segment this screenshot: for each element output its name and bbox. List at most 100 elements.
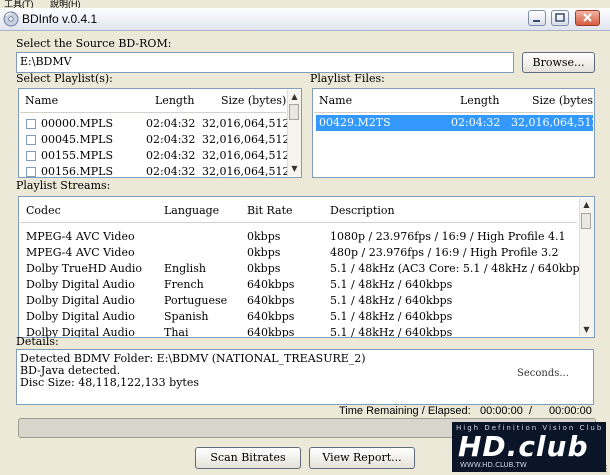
scroll-thumb[interactable] <box>581 213 591 229</box>
stream-codec: MPEG-4 AVC Video <box>26 230 135 243</box>
streams-col-codec[interactable]: Codec <box>26 204 61 217</box>
stream-row[interactable]: MPEG-4 AVC Video 0kbps 480p / 23.976fps … <box>20 245 577 261</box>
file-name: 00429.M2TS <box>319 116 391 129</box>
stream-codec: Dolby TrueHD Audio <box>26 262 143 275</box>
background-menu-item[interactable]: 說明(H) <box>50 0 81 8</box>
playlist-size: 32,016,064,512 <box>202 149 290 162</box>
background-menu-item[interactable]: 工具(T) <box>4 0 34 8</box>
playlists-header: Name Length Size (bytes) <box>20 90 286 113</box>
file-size: 32,016,064,512 <box>511 116 595 129</box>
stream-row[interactable]: Dolby TrueHD Audio English 0kbps 5.1 / 4… <box>20 261 590 277</box>
playlist-checkbox[interactable] <box>26 135 36 145</box>
minimize-icon <box>533 20 540 22</box>
stream-language: English <box>164 262 206 275</box>
streams-scrollbar[interactable]: ▲ ▼ <box>579 198 594 336</box>
playlist-name: 00156.MPLS <box>41 165 113 178</box>
hdclub-watermark-logo: High Definition Vision Club HD.club WWW.… <box>452 422 606 472</box>
stream-bitrate: 640kbps <box>247 310 295 323</box>
files-col-name[interactable]: Name <box>319 94 352 107</box>
playlist-size: 32,016,064,512 <box>202 117 290 130</box>
stream-language: French <box>164 278 204 291</box>
streams-col-description[interactable]: Description <box>330 204 395 217</box>
stream-description: 5.1 / 48kHz / 640kbps <box>330 326 453 338</box>
streams-col-language[interactable]: Language <box>164 204 219 217</box>
stream-description: 5.1 / 48kHz / 640kbps <box>330 310 453 323</box>
playlist-files-header: Name Length Size (bytes) <box>314 90 594 113</box>
close-icon <box>583 13 592 22</box>
playlists-col-size[interactable]: Size (bytes) <box>221 94 286 107</box>
playlist-size: 32,016,064,512 <box>202 165 290 178</box>
playlist-file-row-selected[interactable]: 00429.M2TS 02:04:32 32,016,064,512 <box>316 115 595 131</box>
files-col-size[interactable]: Size (bytes) <box>532 94 594 107</box>
minimize-button[interactable] <box>528 10 546 26</box>
playlist-checkbox[interactable] <box>26 151 36 161</box>
stream-description: 5.1 / 48kHz (AC3 Core: 5.1 / 48kHz / 640… <box>330 262 590 275</box>
stream-row[interactable]: Dolby Digital Audio French 640kbps 5.1 /… <box>20 277 577 293</box>
time-remaining: 00:00:00 <box>480 405 523 417</box>
stream-bitrate: 0kbps <box>247 262 281 275</box>
bdinfo-app-icon <box>3 11 19 27</box>
stream-bitrate: 640kbps <box>247 326 295 338</box>
streams-col-bitrate[interactable]: Bit Rate <box>247 204 293 217</box>
bdinfo-window: BDInfo v.0.4.1 Select the Source BD-ROM:… <box>0 8 610 475</box>
source-path-value: E:\BDMV <box>20 55 72 68</box>
stream-description: 5.1 / 48kHz / 640kbps <box>330 278 453 291</box>
scroll-down-arrow-icon[interactable]: ▼ <box>288 162 301 175</box>
details-textbox[interactable]: Detected BDMV Folder: E:\BDMV (NATIONAL_… <box>16 349 594 405</box>
stream-row[interactable]: Dolby Digital Audio Spanish 640kbps 5.1 … <box>20 309 577 325</box>
playlist-row[interactable]: 00156.MPLS 02:04:32 32,016,064,512 <box>20 164 290 178</box>
streams-list[interactable]: Codec Language Bit Rate Description MPEG… <box>18 196 595 338</box>
details-overlay-fragment: Seconds... <box>517 368 569 379</box>
playlist-size: 32,016,064,512 <box>202 133 290 146</box>
playlist-name: 00000.MPLS <box>41 117 113 130</box>
time-label: Time Remaining / Elapsed: <box>339 405 471 417</box>
window-title: BDInfo v.0.4.1 <box>22 12 98 26</box>
playlist-length: 02:04:32 <box>146 117 196 130</box>
title-bar[interactable]: BDInfo v.0.4.1 <box>0 8 610 31</box>
stream-codec: Dolby Digital Audio <box>26 310 135 323</box>
scroll-up-arrow-icon[interactable]: ▲ <box>580 198 593 211</box>
playlist-row[interactable]: 00155.MPLS 02:04:32 32,016,064,512 <box>20 148 290 164</box>
scroll-up-arrow-icon[interactable]: ▲ <box>288 90 301 103</box>
view-report-button[interactable]: View Report... <box>309 447 415 469</box>
stream-bitrate: 640kbps <box>247 278 295 291</box>
playlists-col-name[interactable]: Name <box>25 94 58 107</box>
playlist-name: 00155.MPLS <box>41 149 113 162</box>
playlist-name: 00045.MPLS <box>41 133 113 146</box>
stream-row[interactable]: Dolby Digital Audio Portuguese 640kbps 5… <box>20 293 577 309</box>
background-menu-bar: 工具(T) 說明(H) <box>0 0 610 8</box>
playlist-files-label: Playlist Files: <box>310 72 385 85</box>
playlist-row[interactable]: 00000.MPLS 02:04:32 32,016,064,512 <box>20 116 290 132</box>
maximize-icon <box>555 13 565 22</box>
scroll-down-arrow-icon[interactable]: ▼ <box>580 323 593 336</box>
browse-button[interactable]: Browse... <box>522 52 595 73</box>
close-button[interactable] <box>575 10 600 26</box>
playlists-col-length[interactable]: Length <box>155 94 194 107</box>
playlist-checkbox[interactable] <box>26 119 36 129</box>
source-path-input[interactable]: E:\BDMV <box>16 52 514 73</box>
playlist-length: 02:04:32 <box>146 165 196 178</box>
streams-label: Playlist Streams: <box>16 179 111 192</box>
stream-language: Spanish <box>164 310 209 323</box>
playlists-label: Select Playlist(s): <box>16 72 113 85</box>
stream-bitrate: 0kbps <box>247 230 281 243</box>
stream-row[interactable]: Dolby Digital Audio Thai 640kbps 5.1 / 4… <box>20 325 577 338</box>
stream-codec: MPEG-4 AVC Video <box>26 246 135 259</box>
watermark-url: WWW.HD.CLUB.TW <box>460 461 527 469</box>
playlists-list[interactable]: Name Length Size (bytes) 00000.MPLS 02:0… <box>18 88 302 178</box>
playlist-row[interactable]: 00045.MPLS 02:04:32 32,016,064,512 <box>20 132 290 148</box>
playlists-scrollbar[interactable]: ▲ ▼ <box>287 90 301 176</box>
playlist-length: 02:04:32 <box>146 149 196 162</box>
playlist-checkbox[interactable] <box>26 167 36 177</box>
scan-bitrates-button[interactable]: Scan Bitrates <box>195 447 301 469</box>
files-col-length[interactable]: Length <box>460 94 499 107</box>
playlist-files-list[interactable]: Name Length Size (bytes) 00429.M2TS 02:0… <box>312 88 595 178</box>
stream-row[interactable]: MPEG-4 AVC Video 0kbps 1080p / 23.976fps… <box>20 229 577 245</box>
scroll-thumb[interactable] <box>289 104 299 120</box>
time-separator: / <box>529 405 533 417</box>
details-line: Disc Size: 48,118,122,133 bytes <box>20 376 200 389</box>
stream-bitrate: 640kbps <box>247 294 295 307</box>
details-label: Details: <box>16 335 59 348</box>
stream-codec: Dolby Digital Audio <box>26 294 135 307</box>
maximize-button[interactable] <box>551 10 569 26</box>
